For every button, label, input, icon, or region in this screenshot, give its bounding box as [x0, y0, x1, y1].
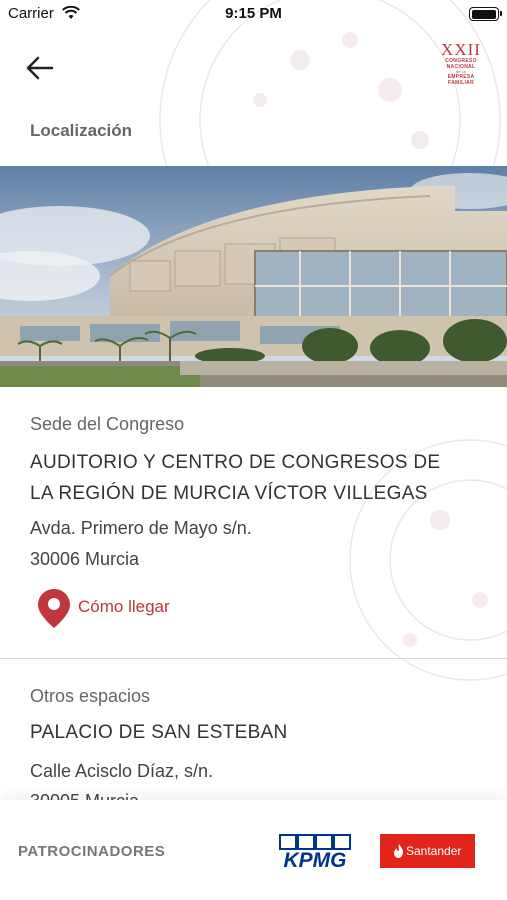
status-bar: Carrier 9:15 PM	[0, 0, 507, 28]
congress-logo: XXII CONGRESO NACIONAL de la EMPRESA FAM…	[434, 40, 488, 86]
sponsors-label: PATROCINADORES	[18, 843, 166, 860]
map-pin-icon	[38, 589, 70, 628]
page-title: Localización	[30, 121, 133, 140]
venue-section-label: Sede del Congreso	[30, 414, 185, 434]
kpmg-logo[interactable]: KPMG	[276, 833, 354, 869]
other-space-name: PALACIO DE SAN ESTEBAN	[30, 722, 288, 743]
logo-numeral: XXII	[441, 40, 481, 59]
santander-logo-text: Santander	[406, 844, 462, 858]
directions-button[interactable]: Cómo llegar	[36, 587, 206, 629]
directions-label: Cómo llegar	[78, 597, 170, 616]
kpmg-logo-text: KPMG	[284, 849, 347, 869]
status-time: 9:15 PM	[225, 5, 282, 22]
venue-name-line-1: AUDITORIO Y CENTRO DE CONGRESOS DE	[30, 452, 441, 473]
back-button[interactable]	[24, 52, 60, 84]
santander-logo[interactable]: Santander	[380, 834, 475, 868]
background-decoration	[159, 0, 507, 681]
arrow-left-icon	[26, 56, 54, 80]
logo-line-5: FAMILIAR	[447, 80, 474, 86]
battery-icon	[469, 7, 502, 21]
other-spaces-label: Otros espacios	[30, 686, 151, 706]
flame-icon	[394, 844, 403, 858]
sponsors-footer: PATROCINADORES KPMG Santander	[0, 800, 507, 900]
venue-photo	[0, 166, 507, 387]
other-space-address-line-1: Calle Acisclo Díaz, s/n.	[30, 761, 214, 781]
section-divider	[0, 658, 507, 659]
venue-address-line-2: 30006 Murcia	[30, 549, 140, 569]
venue-address-line-1: Avda. Primero de Mayo s/n.	[30, 518, 252, 538]
venue-name-line-2: LA REGIÓN DE MURCIA VÍCTOR VILLEGAS	[30, 483, 428, 504]
